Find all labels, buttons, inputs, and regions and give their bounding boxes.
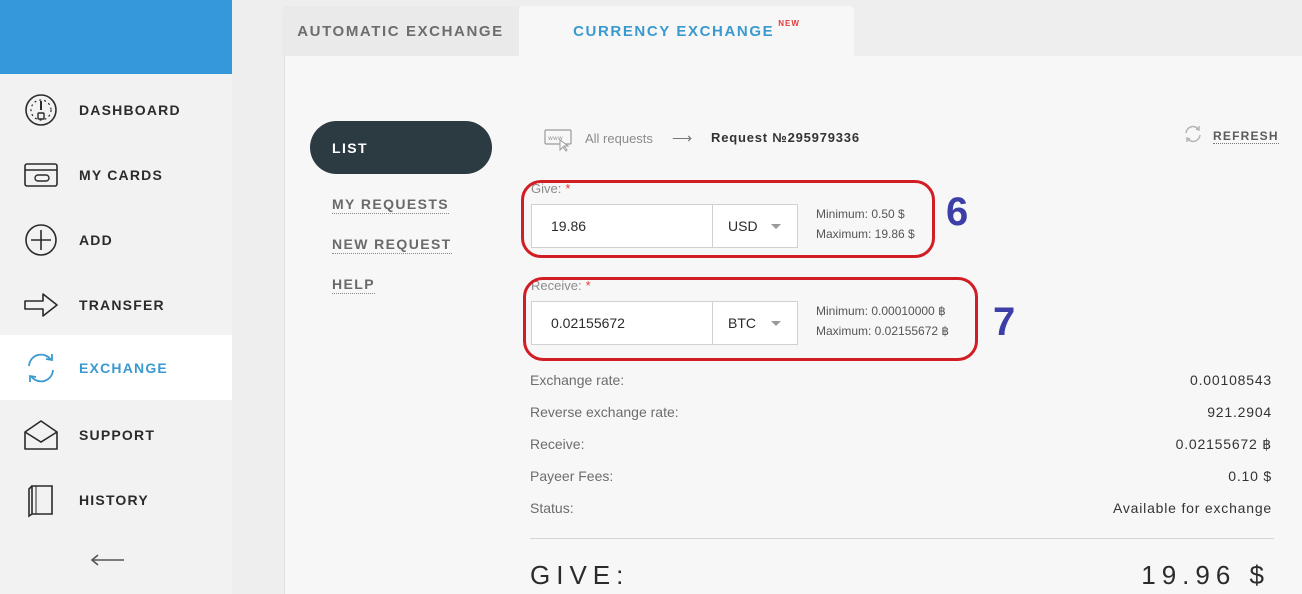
plus-circle-icon [22,221,60,259]
sidebar-item-label: SUPPORT [79,426,156,443]
arrow-right-icon [22,286,60,324]
sidebar-item-label: TRANSFER [79,296,165,313]
dashboard-gauge-icon [22,91,60,129]
arrow-left-icon[interactable] [88,548,128,572]
sidebar: DASHBOARD MY CARDS ADD TRANSFER EXCHANGE… [0,0,232,594]
tab-currency-exchange[interactable]: CURRENCY EXCHANGE NEW [519,6,854,56]
sidebar-item-label: HISTORY [79,491,149,508]
sidebar-item-label: DASHBOARD [79,101,181,118]
sidebar-item-history[interactable]: HISTORY [0,467,232,532]
summary-label: Receive: [530,436,585,452]
breadcrumb-all-requests[interactable]: All requests [585,131,653,146]
exchange-tabs: AUTOMATIC EXCHANGE CURRENCY EXCHANGE NEW [282,0,1302,56]
summary-value: 921.2904 [1207,404,1272,420]
book-icon [22,481,60,519]
help-link[interactable]: HELP [332,276,375,294]
refresh-label: REFRESH [1213,129,1279,144]
summary-value: 0.02155672 ฿ [1175,436,1272,452]
summary-value: 0.10 $ [1228,468,1272,484]
sidebar-item-label: MY CARDS [79,166,164,183]
tab-label: CURRENCY EXCHANGE [573,22,775,40]
annotation-box-give [521,180,935,258]
breadcrumb-current: Request №295979336 [711,130,860,145]
summary-label: Status: [530,500,574,516]
brand-header [0,0,232,74]
give-total-value: 19.96 $ [1141,560,1270,590]
sidebar-item-label: ADD [79,231,113,248]
annotation-number-7: 7 [993,300,1016,344]
sidebar-item-add[interactable]: ADD [0,207,232,272]
annotation-number-6: 6 [946,190,969,234]
new-request-link[interactable]: NEW REQUEST [332,236,452,254]
my-requests-link[interactable]: MY REQUESTS [332,196,450,214]
summary-value: 0.00108543 [1190,372,1272,388]
new-badge: NEW [778,18,800,28]
divider [530,538,1274,539]
sidebar-item-transfer[interactable]: TRANSFER [0,272,232,337]
refresh-button[interactable]: REFRESH [1183,124,1279,149]
sidebar-item-my-cards[interactable]: MY CARDS [0,142,232,207]
sidebar-item-label: EXCHANGE [79,359,168,376]
list-button[interactable]: LIST [310,121,492,174]
tab-label: AUTOMATIC EXCHANGE [297,22,504,40]
breadcrumb-separator: ⟶ [672,130,693,146]
exchange-cycle-icon [22,349,60,387]
give-total-label: GIVE: [530,560,630,590]
annotation-box-receive [523,277,978,361]
summary-label: Reverse exchange rate: [530,404,679,420]
web-request-icon: www [544,128,574,152]
refresh-icon [1183,124,1203,149]
tab-automatic-exchange[interactable]: AUTOMATIC EXCHANGE [282,6,519,56]
sidebar-item-exchange[interactable]: EXCHANGE [0,335,232,400]
envelope-icon [22,416,60,454]
sidebar-item-support[interactable]: SUPPORT [0,402,232,467]
sidebar-item-dashboard[interactable]: DASHBOARD [0,77,232,142]
card-icon [22,156,60,194]
status-value: Available for exchange [1113,500,1272,516]
summary-label: Exchange rate: [530,372,625,388]
summary-label: Payeer Fees: [530,468,614,484]
